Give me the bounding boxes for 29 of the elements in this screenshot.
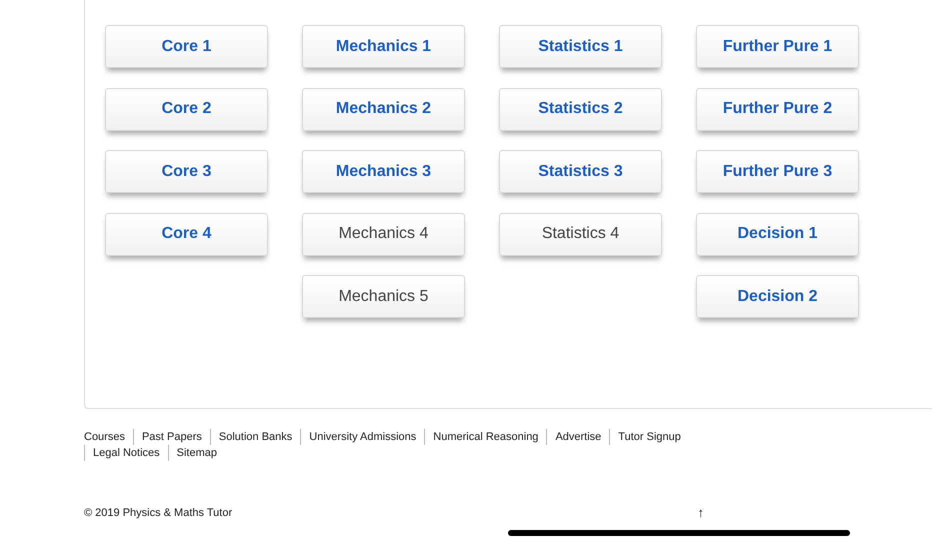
course-button[interactable]: Further Pure 3 [696,150,859,193]
copyright-text: © 2019 Physics & Maths Tutor [84,506,232,520]
course-button[interactable]: Core 3 [105,150,268,193]
course-button[interactable]: Further Pure 2 [696,88,859,130]
course-button[interactable]: Decision 1 [696,212,859,256]
footer-link[interactable]: Legal Notices [84,445,168,461]
course-button: Statistics 4 [499,212,662,256]
course-button[interactable]: Mechanics 3 [302,150,465,193]
course-button[interactable]: Core 4 [105,212,268,256]
course-button[interactable]: Statistics 2 [499,88,662,130]
course-button[interactable]: Core 1 [105,25,268,68]
footer-link[interactable]: Past Papers [132,429,210,445]
course-button[interactable]: Statistics 1 [499,25,662,68]
course-button: Mechanics 5 [302,275,465,318]
footer-link[interactable]: Numerical Reasoning [424,429,546,445]
course-button[interactable]: Decision 2 [696,275,859,318]
footer-link[interactable]: Sitemap [168,445,226,461]
course-button[interactable]: Mechanics 1 [302,25,465,68]
back-to-top-link[interactable]: ↑ [698,503,704,522]
course-button[interactable]: Statistics 3 [499,150,662,193]
footer-link[interactable]: Tutor Signup [609,429,689,445]
course-button: Mechanics 4 [302,212,465,256]
footer-link[interactable]: University Admissions [300,429,424,445]
course-button[interactable]: Core 2 [105,88,268,130]
footer-link[interactable]: Courses [84,429,133,445]
course-button[interactable]: Mechanics 2 [302,88,465,130]
footer-link[interactable]: Advertise [546,429,610,445]
course-button[interactable]: Further Pure 1 [696,25,859,68]
footer-link[interactable]: Solution Banks [210,429,300,445]
